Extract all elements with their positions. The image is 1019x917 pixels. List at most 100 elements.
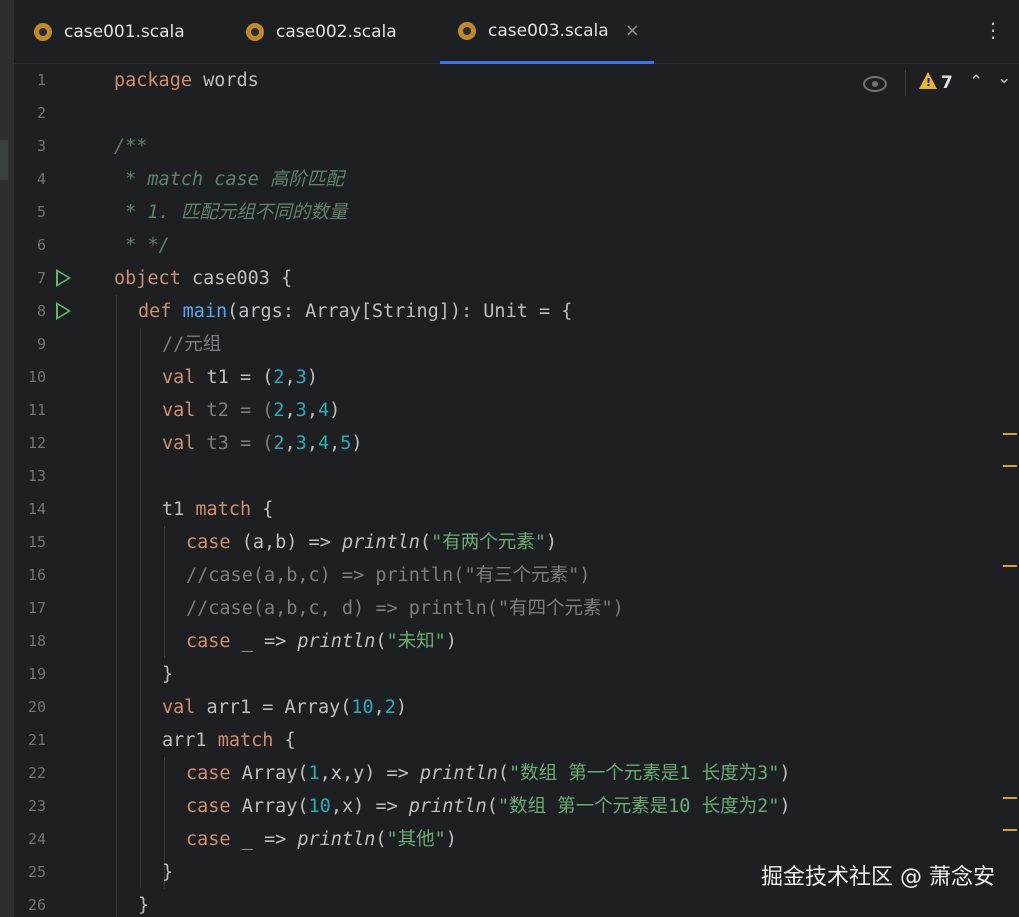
code-editor[interactable]: package words /** * match case 高阶匹配 * 1.… [114,64,994,917]
keyword: case [186,631,231,652]
line-number: 2 [36,104,46,122]
code-line-23: case Array(10,x) => println("数组 第一个元素是10… [186,790,791,823]
code-text: t1 [162,499,196,520]
line-number: 20 [27,698,46,716]
number-literal: 10 [351,697,374,718]
function-call: println [341,532,420,553]
keyword: package [114,70,192,91]
warning-stripe[interactable] [1003,829,1017,831]
function-name: main [182,301,228,322]
keyword: object [114,268,181,289]
keyword: val [162,367,196,388]
code-text: ( [375,829,387,850]
code-line-7: object case003 { [114,262,292,295]
function-call: println [297,829,376,850]
line-number: 19 [27,665,46,683]
more-options-icon[interactable]: ⋮ [983,18,1003,42]
close-icon[interactable]: × [625,20,640,41]
warning-stripe[interactable] [1003,433,1017,435]
doc-comment: * */ [114,235,170,256]
line-number: 1 [36,71,46,89]
warning-stripe[interactable] [1003,565,1017,567]
code-text: ,x,y) => [319,763,420,784]
scala-file-icon [34,23,52,41]
line-number: 21 [27,731,46,749]
number-literal: 5 [340,433,352,454]
line-number: 9 [36,335,46,353]
line-number: 23 [27,797,46,815]
code-text: ( [497,763,510,784]
line-number: 16 [27,566,46,584]
indent-guide [164,526,165,658]
line-comment: //元组 [162,334,222,355]
line-number: 17 [27,599,46,617]
chevron-down-icon[interactable]: ⌄ [997,68,1011,88]
code-text: ) [306,367,318,388]
warning-count[interactable]: 7 [941,73,953,93]
code-text: , [306,400,318,421]
warning-stripe[interactable] [1003,797,1017,799]
code-text: ) [445,829,457,850]
keyword: match [217,730,274,751]
run-icon[interactable] [56,269,71,287]
string-literal: "未知" [386,631,446,652]
code-text: , [306,433,318,454]
code-text: , [284,367,296,388]
line-number: 5 [36,203,46,221]
code-line-5: * 1. 匹配元组不同的数量 [114,196,347,229]
tab-case003[interactable]: case003.scala × [440,0,654,64]
line-number: 11 [27,401,46,419]
watermark: 掘金技术社区 @ 萧念安 [761,865,995,890]
divider [905,70,906,96]
code-line-11: val t2 = (2,3,4) [162,394,340,427]
line-number: 7 [36,269,46,287]
string-literal: "数组 第一个元素是10 长度为2" [497,796,780,817]
scala-file-icon [246,23,264,41]
tab-label: case003.scala [488,20,609,41]
code-text: ) [445,631,457,652]
left-tool-strip [0,0,14,917]
line-number: 10 [27,368,46,386]
run-icon[interactable] [56,302,71,320]
code-text: } [162,664,174,685]
doc-comment: /** [114,136,148,157]
warning-mark: ! [926,76,932,89]
code-text: ) [545,532,557,553]
tab-case002[interactable]: case002.scala [246,0,397,64]
string-literal: "其他" [386,829,446,850]
code-line-19: } [162,658,173,691]
number-literal: 4 [317,433,330,454]
chevron-up-icon[interactable]: ⌃ [969,72,983,92]
code-text: case003 { [180,268,293,289]
code-line-15: case (a,b) => println("有两个元素") [186,526,557,559]
number-literal: 2 [384,697,396,718]
code-text: arr1 = Array( [195,697,352,718]
code-text: ) [779,763,791,784]
code-line-17: //case(a,b,c, d) => println("有四个元素") [186,592,624,625]
keyword: match [195,499,252,520]
line-number-gutter: 1 2 3 4 5 6 7 8 9 10 11 12 13 14 15 16 1… [14,64,106,917]
tab-case001[interactable]: case001.scala [34,0,185,64]
line-number: 22 [27,764,46,782]
line-number: 6 [36,236,46,254]
code-text: ) [779,796,791,817]
number-literal: 1 [308,763,320,784]
eye-icon[interactable] [863,76,887,92]
function-call: println [297,631,376,652]
code-text: (args: Array[String]): Unit = { [227,301,573,322]
keyword: case [186,829,231,850]
code-line-6: * */ [114,229,170,262]
function-call: println [408,796,487,817]
warning-stripe[interactable] [1003,465,1017,467]
code-line-10: val t1 = (2,3) [162,361,318,394]
tool-strip-marker [0,140,8,180]
code-line-1: package words [114,64,259,97]
number-literal: 3 [295,433,307,454]
keyword: case [186,532,231,553]
function-call: println [419,763,498,784]
line-number: 13 [27,467,46,485]
code-text: arr1 [162,730,218,751]
code-text: Array( [230,796,309,817]
line-number: 18 [27,632,46,650]
line-number: 25 [27,863,46,881]
